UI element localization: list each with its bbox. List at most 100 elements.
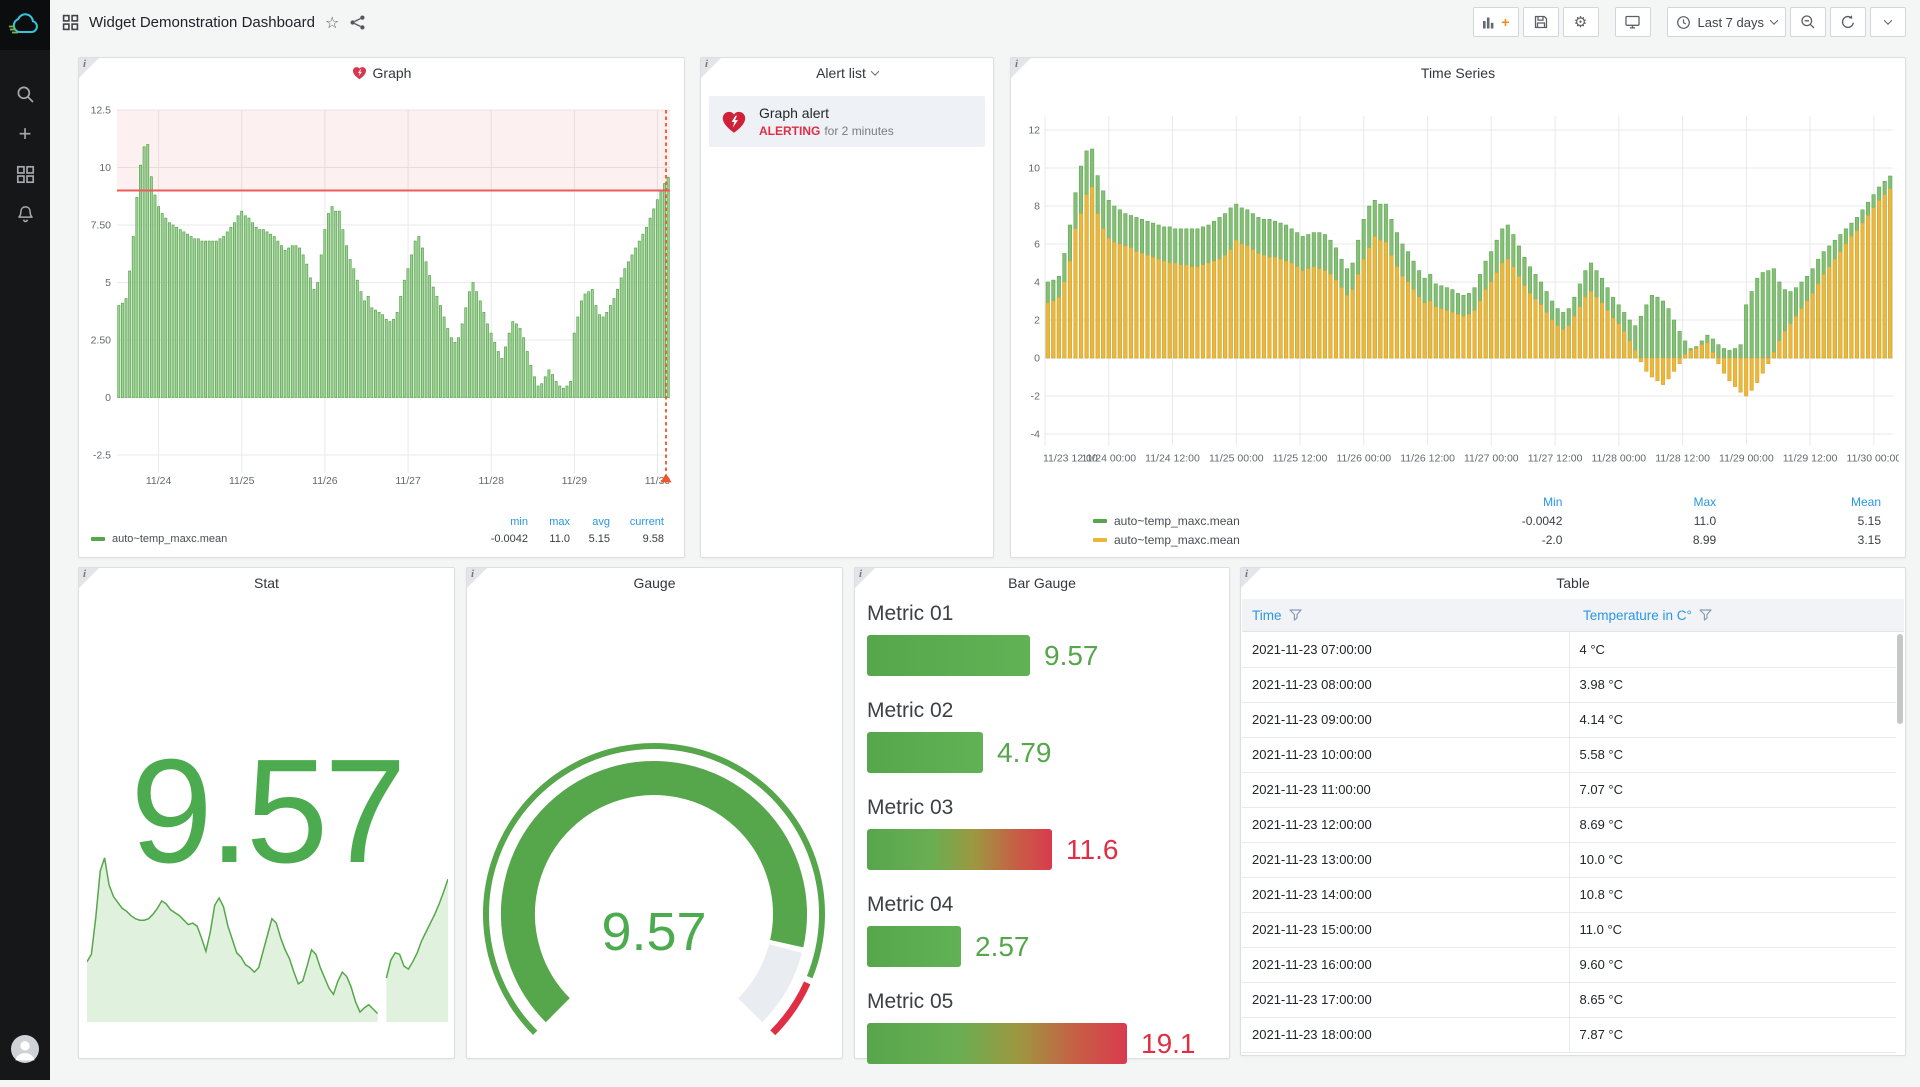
graph-panel-title[interactable]: Graph	[79, 58, 684, 88]
column-header-time[interactable]: Time	[1242, 608, 1573, 623]
legend-header[interactable]: Min	[1380, 492, 1562, 511]
panel-info-corner-icon[interactable]: i	[1241, 568, 1261, 588]
user-avatar[interactable]	[11, 1035, 39, 1068]
svg-text:11/29: 11/29	[562, 475, 588, 487]
table-row: 2021-11-23 10:00:00 5.58 °C	[1242, 737, 1896, 772]
graph-plot[interactable]: 12.5107.5052.500-2.511/2411/2511/2611/27…	[87, 92, 676, 497]
legend-header[interactable]: Max	[1562, 492, 1716, 511]
bar-gauge-metric: Metric 05 19.1	[867, 990, 1217, 1064]
legend-min-value: -2.0	[1380, 530, 1562, 549]
data-table: 2021-11-23 07:00:00 4 °C 2021-11-23 08:0…	[1242, 632, 1896, 1053]
svg-text:11/28: 11/28	[478, 475, 504, 487]
cell-time: 2021-11-23 12:00:00	[1242, 807, 1569, 842]
legend-header[interactable]: min	[478, 513, 528, 530]
panel-info-corner-icon[interactable]: i	[1011, 58, 1031, 78]
time-range-picker[interactable]: Last 7 days	[1667, 7, 1787, 37]
svg-text:9.57: 9.57	[601, 902, 706, 962]
time-series-plot[interactable]: 121086420-2-411/23 12:0011/24 00:0011/24…	[1019, 92, 1899, 475]
cell-time: 2021-11-23 16:00:00	[1242, 947, 1569, 982]
dashboard-title: Widget Demonstration Dashboard	[89, 14, 315, 31]
magnifier-minus-icon	[1800, 14, 1816, 30]
metric-bar	[867, 635, 1030, 676]
svg-text:11/28 00:00: 11/28 00:00	[1591, 452, 1646, 464]
zoom-out-button[interactable]	[1790, 7, 1826, 37]
svg-text:11/25 00:00: 11/25 00:00	[1209, 452, 1264, 464]
chevron-down-icon	[1884, 16, 1892, 24]
share-icon[interactable]	[349, 14, 366, 31]
legend-max-value: 11.0	[1562, 511, 1716, 530]
star-icon[interactable]: ☆	[325, 13, 339, 32]
topbar: Widget Demonstration Dashboard ☆ + ⚙ Las…	[50, 0, 1920, 44]
svg-text:11/29 00:00: 11/29 00:00	[1719, 452, 1774, 464]
dashboard-settings-button[interactable]: ⚙	[1563, 7, 1599, 37]
metric-value: 2.57	[975, 931, 1030, 963]
refresh-interval-button[interactable]	[1870, 7, 1906, 37]
svg-text:8: 8	[1034, 201, 1040, 213]
table-row: 2021-11-23 16:00:00 9.60 °C	[1242, 947, 1896, 982]
cell-temperature: 7.07 °C	[1569, 772, 1896, 807]
legend-series-name[interactable]: auto~temp_maxc.mean	[1023, 511, 1380, 530]
filter-funnel-icon	[1699, 609, 1712, 621]
svg-text:11/26 00:00: 11/26 00:00	[1336, 452, 1391, 464]
cycle-view-button[interactable]	[1615, 7, 1651, 37]
legend-header[interactable]: Mean	[1716, 492, 1881, 511]
cell-temperature: 10.8 °C	[1569, 877, 1896, 912]
clock-icon	[1676, 15, 1691, 30]
legend-header[interactable]: avg	[570, 513, 610, 530]
legend-max-value: 11.0	[528, 530, 570, 547]
cell-time: 2021-11-23 17:00:00	[1242, 982, 1569, 1017]
cloud-logo-icon	[8, 12, 42, 38]
cell-time: 2021-11-23 10:00:00	[1242, 737, 1569, 772]
panel-info-corner-icon[interactable]: i	[701, 58, 721, 78]
save-dashboard-button[interactable]	[1523, 7, 1559, 37]
legend-series-name[interactable]: auto~temp_maxc.mean	[1023, 530, 1380, 549]
legend-header[interactable]: current	[610, 513, 664, 530]
gauge-panel-title[interactable]: Gauge	[467, 568, 842, 598]
bar-gauge-metric: Metric 04 2.57	[867, 893, 1217, 967]
time-range-label: Last 7 days	[1698, 15, 1765, 30]
panel-info-corner-icon[interactable]: i	[79, 58, 99, 78]
panel-info-corner-icon[interactable]: i	[79, 568, 99, 588]
bar-gauge-panel-title[interactable]: Bar Gauge	[855, 568, 1229, 598]
panel-info-corner-icon[interactable]: i	[855, 568, 875, 588]
bar-chart-icon	[1482, 15, 1497, 29]
save-floppy-icon	[1533, 14, 1549, 30]
cell-time: 2021-11-23 08:00:00	[1242, 667, 1569, 702]
chevron-down-icon	[871, 67, 879, 75]
alert-list-item[interactable]: Graph alert ALERTINGfor 2 minutes	[709, 96, 985, 147]
search-icon[interactable]	[0, 76, 50, 112]
cell-time: 2021-11-23 18:00:00	[1242, 1017, 1569, 1052]
legend-series-name[interactable]: auto~temp_maxc.mean	[91, 530, 478, 547]
add-panel-button[interactable]: +	[1473, 7, 1518, 37]
legend-series-row: auto~temp_maxc.mean -0.0042 11.0 5.15 9.…	[91, 530, 664, 547]
svg-text:-2.5: -2.5	[93, 450, 111, 462]
create-plus-icon[interactable]: +	[0, 116, 50, 152]
legend-header[interactable]: max	[528, 513, 570, 530]
alert-status: ALERTINGfor 2 minutes	[759, 124, 894, 138]
metric-label: Metric 05	[867, 990, 1217, 1014]
bar-gauge-list: Metric 01 9.57 Metric 02 4.79 Metric 03 …	[867, 602, 1217, 1087]
legend-max-value: 8.99	[1562, 530, 1716, 549]
svg-text:0: 0	[105, 392, 111, 404]
refresh-button[interactable]	[1830, 7, 1866, 37]
stat-panel-title[interactable]: Stat	[79, 568, 454, 598]
grafana-logo[interactable]	[0, 0, 50, 50]
column-header-temperature[interactable]: Temperature in C°	[1573, 608, 1904, 623]
table-row: 2021-11-23 08:00:00 3.98 °C	[1242, 667, 1896, 702]
time-series-panel-title[interactable]: Time Series	[1011, 58, 1905, 88]
svg-text:11/28 12:00: 11/28 12:00	[1655, 452, 1710, 464]
table-panel-title[interactable]: Table	[1241, 568, 1905, 598]
panel-info-corner-icon[interactable]: i	[467, 568, 487, 588]
dashboards-grid-icon[interactable]	[0, 156, 50, 192]
stat-sparkline	[87, 842, 446, 1022]
table-scrollbar-thumb[interactable]	[1897, 634, 1903, 724]
metric-value: 11.6	[1066, 834, 1118, 866]
plus-icon: +	[1501, 14, 1509, 30]
metric-value: 19.1	[1141, 1028, 1196, 1060]
legend-series-row: auto~temp_maxc.mean -2.0 8.99 3.15	[1023, 530, 1881, 549]
alerting-bell-icon[interactable]	[0, 196, 50, 232]
cell-time: 2021-11-23 13:00:00	[1242, 842, 1569, 877]
svg-text:11/24: 11/24	[146, 475, 172, 487]
svg-text:4: 4	[1034, 277, 1040, 289]
alert-list-panel-title[interactable]: Alert list	[701, 58, 993, 88]
